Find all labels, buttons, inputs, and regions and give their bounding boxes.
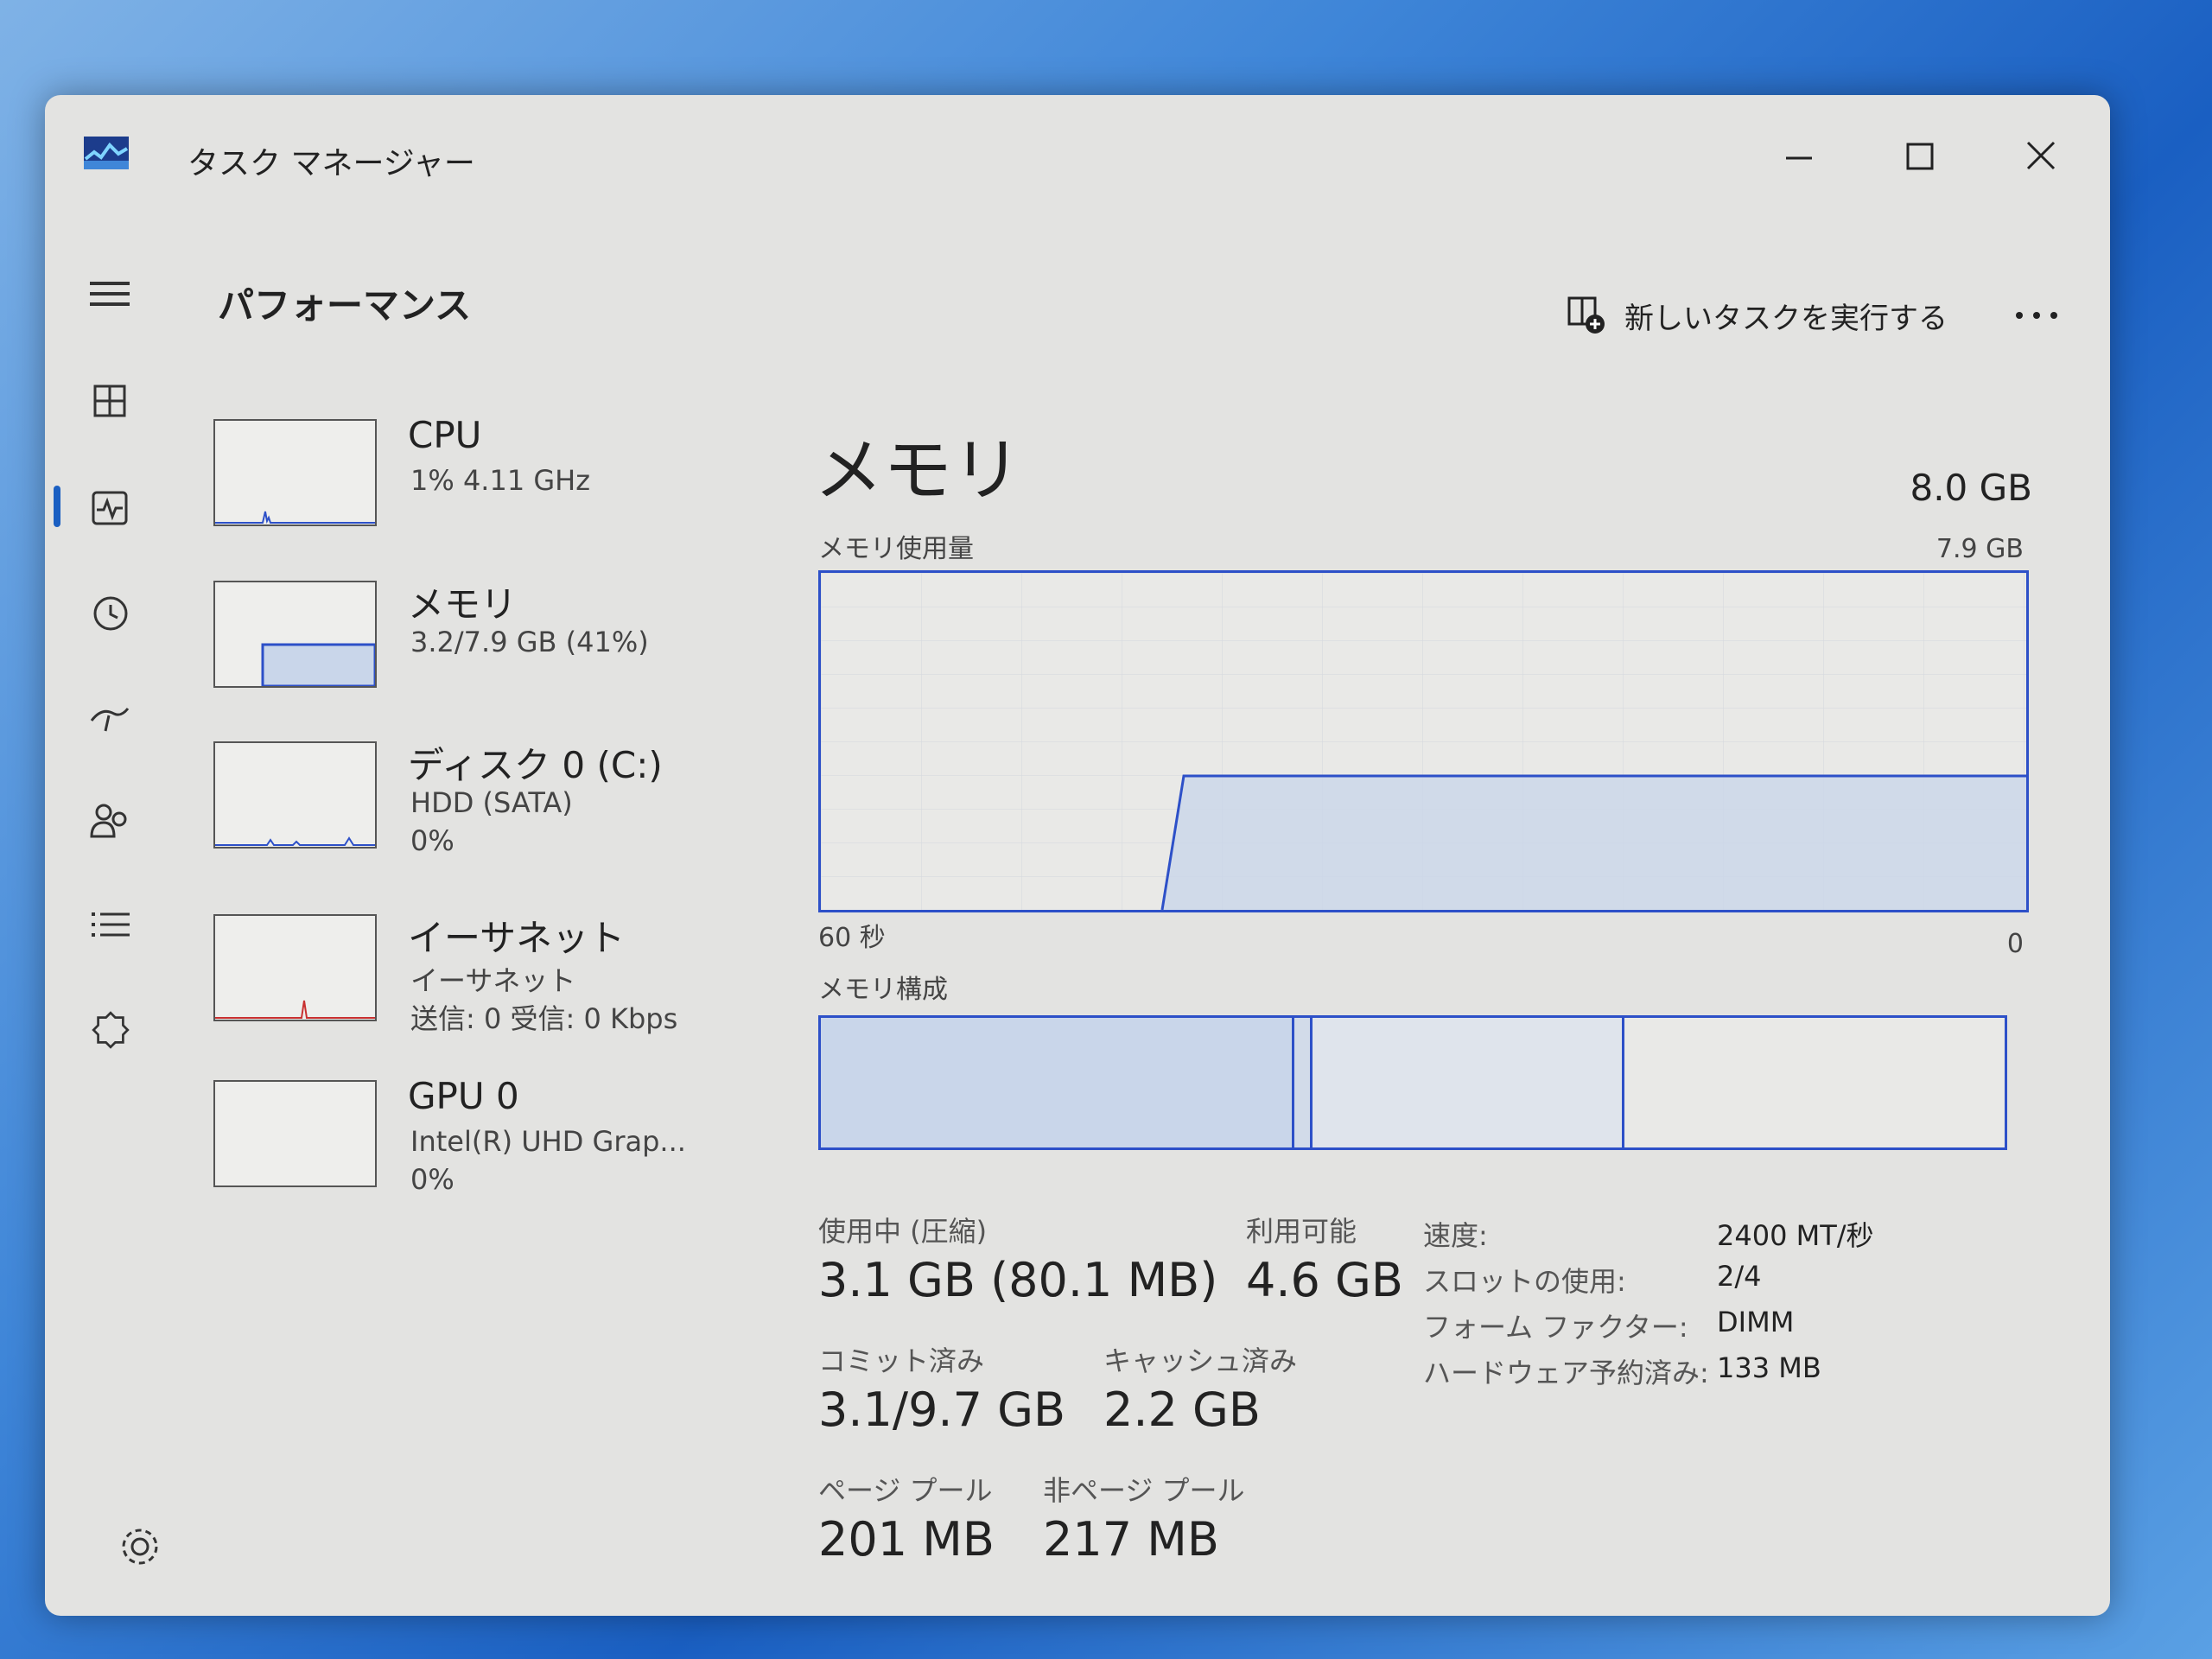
device-name: メモリ [408,583,518,626]
available-label: 利用可能 [1246,1215,1357,1248]
time-axis-right: 0 [2006,929,2024,959]
device-usage: 0% [410,824,454,857]
device-name: イーサネット [408,917,626,959]
details-icon[interactable] [79,899,140,950]
performance-icon[interactable] [79,482,140,534]
nonpaged-pool-label: 非ページ プール [1043,1474,1245,1507]
committed-value: 3.1/9.7 GB [818,1382,1066,1437]
hardware-reserved-label: ハードウェア予約済み: [1423,1357,1709,1389]
task-manager-app-icon [84,137,129,169]
hardware-reserved-value: 133 MB [1717,1351,1821,1384]
run-task-icon [1567,296,1605,334]
slots-label: スロットの使用: [1423,1265,1626,1298]
memory-composition-bar [818,1015,2007,1150]
device-detail: Intel(R) UHD Grap... [410,1125,686,1158]
title-bar[interactable]: タスク マネージャー [45,95,2110,207]
memory-total: 8.0 GB [1910,467,2032,509]
section-title: パフォーマンス [218,284,472,327]
nav-selected-indicator [54,486,60,527]
device-memory[interactable]: メモリ 3.2/7.9 GB (41%) [213,581,801,719]
cached-value: 2.2 GB [1103,1382,1261,1437]
disk-thumbnail [213,741,377,849]
gpu-thumbnail [213,1080,377,1187]
paged-pool-value: 201 MB [818,1512,995,1567]
form-factor-value: DIMM [1717,1306,1795,1338]
settings-gear-icon[interactable] [114,1521,166,1573]
device-name: CPU [408,414,482,456]
app-history-icon[interactable] [79,588,140,639]
composition-in-use [821,1018,1294,1147]
device-ethernet[interactable]: イーサネット イーサネット 送信: 0 受信: 0 Kbps [213,914,801,1052]
form-factor-label: フォーム ファクター: [1423,1311,1688,1344]
paged-pool-label: ページ プール [818,1474,993,1507]
maximize-button[interactable] [1885,125,1955,186]
cached-label: キャッシュ済み [1103,1344,1298,1377]
memory-usage-max: 7.9 GB [1936,534,2024,564]
available-value: 4.6 GB [1246,1253,1403,1307]
minimize-button[interactable] [1764,125,1834,186]
in-use-value: 3.1 GB (80.1 MB) [818,1253,1218,1307]
memory-thumbnail [213,581,377,688]
device-usage: 0% [410,1163,454,1196]
cpu-thumbnail [213,419,377,526]
memory-usage-graph [818,570,2029,912]
device-detail: 1% 4.11 GHz [410,464,591,497]
in-use-label: 使用中 (圧縮) [818,1215,988,1248]
nonpaged-pool-value: 217 MB [1043,1512,1219,1567]
menu-icon[interactable] [79,268,140,320]
composition-modified [1294,1018,1313,1147]
memory-title: メモリ [814,430,1021,511]
run-task-label: 新しいタスクを実行する [1624,301,1948,336]
ethernet-thumbnail [213,914,377,1021]
device-detail: HDD (SATA) [410,786,573,819]
memory-composition-label: メモリ構成 [818,975,948,1005]
committed-label: コミット済み [818,1344,985,1377]
task-manager-window: タスク マネージャー パフォーマンス 新しいタスクを実行する CPU 1% 4.… [45,95,2110,1616]
memory-usage-label: メモリ使用量 [818,534,974,564]
processes-icon[interactable] [79,376,140,428]
device-detail: 3.2/7.9 GB (41%) [410,626,649,658]
device-disk[interactable]: ディスク 0 (C:) HDD (SATA) 0% [213,741,801,880]
device-name: GPU 0 [408,1075,519,1117]
time-axis-left: 60 秒 [818,923,886,953]
device-gpu[interactable]: GPU 0 Intel(R) UHD Grap... 0% [213,1075,801,1218]
more-options-icon[interactable] [2006,302,2067,328]
run-new-task-button[interactable]: 新しいタスクを実行する [1566,289,1948,341]
slots-value: 2/4 [1717,1260,1762,1293]
speed-value: 2400 MT/秒 [1717,1219,1874,1252]
close-button[interactable] [2006,125,2075,186]
device-throughput: 送信: 0 受信: 0 Kbps [410,1002,678,1035]
speed-label: 速度: [1423,1219,1488,1252]
composition-standby [1313,1018,1624,1147]
startup-icon[interactable] [79,691,140,743]
services-icon[interactable] [79,1007,140,1058]
device-detail: イーサネット [410,964,576,997]
window-title: タスク マネージャー [188,146,475,181]
users-icon[interactable] [79,795,140,847]
device-cpu[interactable]: CPU 1% 4.11 GHz [213,414,801,557]
device-name: ディスク 0 (C:) [408,744,663,786]
